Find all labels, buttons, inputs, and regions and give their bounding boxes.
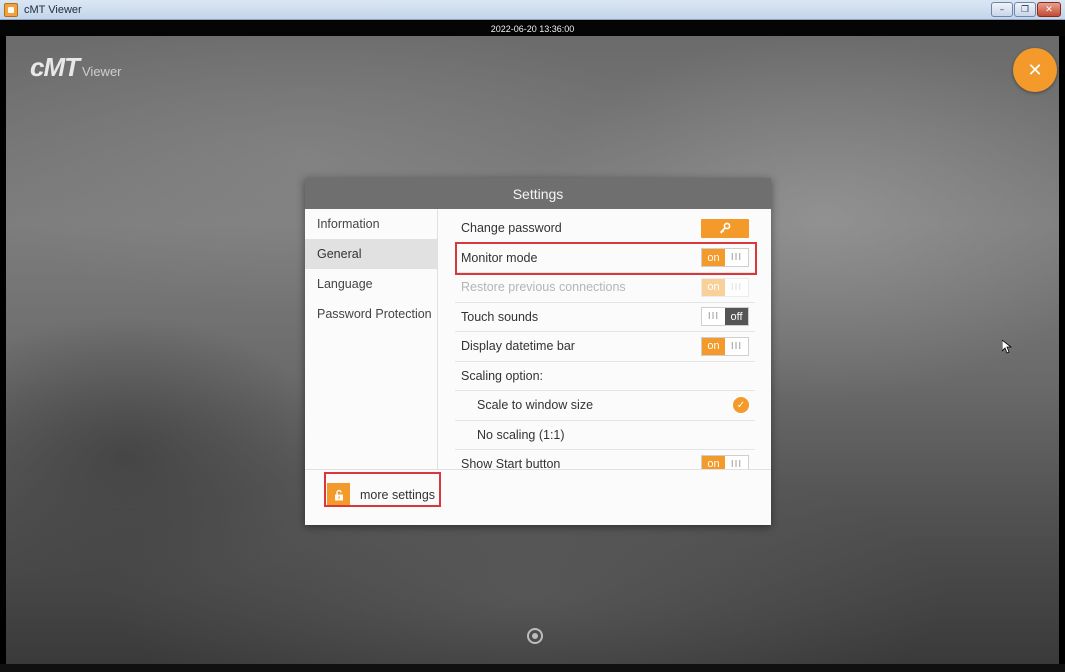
dialog-title: Settings <box>305 178 771 209</box>
row-scaling-option: Scaling option: <box>455 362 755 391</box>
logo-sub-text: Viewer <box>82 64 122 79</box>
minimize-button[interactable]: – <box>991 2 1013 17</box>
show-start-button-toggle[interactable]: on III <box>701 454 749 470</box>
more-settings-label: more settings <box>360 487 436 502</box>
monitor-mode-toggle[interactable]: on III <box>701 248 749 268</box>
restore-button[interactable]: ❐ <box>1014 2 1036 17</box>
toggle-on-label: on <box>702 278 725 296</box>
change-password-label: Change password <box>461 221 562 236</box>
scale-to-window-label: Scale to window size <box>477 398 594 413</box>
display-datetime-bar-toggle[interactable]: on III <box>701 336 749 356</box>
home-indicator-icon[interactable] <box>527 628 543 644</box>
toggle-on-label: on <box>702 337 725 355</box>
settings-sidebar: Information General Language Password Pr… <box>305 209 438 469</box>
toggle-off-label: off <box>725 308 748 326</box>
toggle-on-label: on <box>702 455 725 470</box>
settings-content: Change password Monitor mode on III Rest… <box>455 214 755 470</box>
toggle-on-label: on <box>702 249 725 267</box>
sidebar-item-information[interactable]: Information <box>305 209 437 239</box>
toggle-grip: III <box>730 458 743 470</box>
monitor-mode-label: Monitor mode <box>461 250 538 265</box>
row-restore-connections: Restore previous connections on III <box>455 273 755 303</box>
mouse-cursor-icon <box>1002 340 1012 354</box>
close-settings-button[interactable]: ✕ <box>1013 48 1057 92</box>
restore-connections-label: Restore previous connections <box>461 280 626 295</box>
window-close-button[interactable]: ✕ <box>1037 2 1061 17</box>
window-controls: – ❐ ✕ <box>991 2 1061 17</box>
check-icon: ✓ <box>733 397 749 414</box>
row-monitor-mode: Monitor mode on III <box>455 244 755 273</box>
window-title-bar: cMT Viewer – ❐ ✕ <box>0 0 1065 20</box>
toggle-grip: III <box>730 281 743 293</box>
toggle-grip: III <box>730 252 743 264</box>
key-icon <box>719 222 731 234</box>
settings-dialog: Settings Information General Language Pa… <box>305 178 771 525</box>
logo-main-text: cMT <box>30 52 80 82</box>
row-scale-to-window[interactable]: Scale to window size ✓ <box>455 391 755 421</box>
row-show-start-button: Show Start button on III <box>455 450 755 470</box>
row-touch-sounds: Touch sounds III off <box>455 303 755 332</box>
window-title: cMT Viewer <box>24 3 82 16</box>
restore-connections-toggle: on III <box>701 277 749 297</box>
sidebar-item-password-protection[interactable]: Password Protection <box>305 299 437 329</box>
app-icon <box>4 2 18 17</box>
no-scaling-label: No scaling (1:1) <box>477 427 565 442</box>
display-datetime-bar-label: Display datetime bar <box>461 339 575 354</box>
scaling-option-label: Scaling option: <box>461 368 544 383</box>
touch-sounds-toggle[interactable]: III off <box>701 307 749 327</box>
unlock-icon <box>327 483 350 506</box>
dialog-footer: more settings <box>305 469 771 525</box>
toggle-grip: III <box>707 311 720 323</box>
close-icon: ✕ <box>1027 59 1043 81</box>
cmt-viewer-logo: cMT Viewer <box>30 52 122 83</box>
sidebar-item-language[interactable]: Language <box>305 269 437 299</box>
sidebar-item-general[interactable]: General <box>305 239 437 269</box>
change-password-button[interactable] <box>701 218 749 238</box>
bottom-strip <box>0 664 1065 672</box>
more-settings-button[interactable]: more settings <box>327 483 435 506</box>
toggle-grip: III <box>730 340 743 352</box>
touch-sounds-label: Touch sounds <box>461 309 539 324</box>
datetime-bar: 2022-06-20 13:36:00 <box>0 21 1065 36</box>
row-no-scaling[interactable]: No scaling (1:1) <box>455 421 755 450</box>
row-change-password: Change password <box>455 214 755 244</box>
row-display-datetime-bar: Display datetime bar on III <box>455 332 755 362</box>
